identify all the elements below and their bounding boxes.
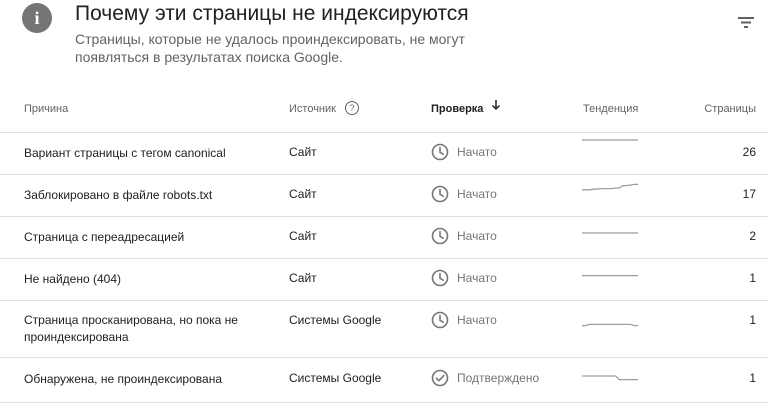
filter-icon [738,17,754,28]
table-header: Причина Источник? Проверка Тенденция Стр… [0,88,768,133]
source-cell: Системы Google [289,313,382,327]
pages-count: 1 [749,271,756,285]
reason-cell: Не найдено (404) [24,272,122,286]
source-cell: Сайт [289,271,317,285]
not-indexed-reasons-card: i Почему эти страницы не индексируются С… [0,0,768,403]
reason-cell: Вариант страницы с тегом canonical [24,146,226,160]
reason-cell: Обнаружена, не проиндексирована [24,372,222,386]
trend-sparkline [582,265,638,279]
column-header-trend: Тенденция [583,103,639,115]
table-row[interactable]: Вариант страницы с тегом canonical Сайт … [0,133,768,175]
table-row[interactable]: Не найдено (404) Сайт Начато 1 [0,259,768,301]
clock-icon [431,269,457,287]
trend-line [582,183,638,191]
trend-sparkline [582,223,638,237]
table-row[interactable]: Страница просканирована, но пока не прои… [0,301,768,358]
status-label: Начато [457,187,497,201]
clock-icon [431,227,457,245]
reason-cell: Страница с переадресацией [24,230,185,244]
pages-count: 1 [749,371,756,385]
table-row[interactable]: Обнаружена, не проиндексирована Системы … [0,358,768,403]
arrow-down-icon [491,87,501,129]
column-header-source[interactable]: Источник? [289,88,359,132]
clock-icon [431,143,457,161]
status-cell: Подтверждено [431,369,539,387]
status-cell: Начато [431,143,497,161]
source-cell: Сайт [289,145,317,159]
trend-sparkline [582,181,638,195]
column-header-check[interactable]: Проверка [431,88,501,132]
reason-cell: Заблокировано в файле robots.txt [24,188,213,202]
pages-count: 2 [749,229,756,243]
column-header-pages[interactable]: Страницы [704,88,756,132]
status-cell: Начато [431,227,497,245]
status-cell: Начато [431,185,497,203]
clock-icon [431,185,457,203]
help-icon[interactable]: ? [344,101,359,116]
clock-icon [431,311,457,329]
trend-line [582,323,638,327]
status-cell: Начато [431,269,497,287]
trend-sparkline [582,315,638,329]
info-icon: i [22,3,52,33]
status-label: Подтверждено [457,371,540,385]
table-row[interactable]: Страница с переадресацией Сайт Начато 2 [0,217,768,259]
source-cell: Сайт [289,229,317,243]
column-header-reason[interactable]: Причина [24,88,68,132]
status-label: Начато [457,271,497,285]
card-subtitle: Страницы, которые не удалось проиндексир… [75,31,465,65]
card-header: i Почему эти страницы не индексируются С… [0,0,768,80]
pages-count: 26 [742,145,756,159]
pages-count: 17 [742,187,756,201]
trend-sparkline [582,369,638,383]
pages-count: 1 [749,313,756,327]
status-label: Начато [457,145,497,159]
check-circle-icon [431,369,457,387]
trend-sparkline [582,139,638,153]
filter-button[interactable] [736,12,756,32]
source-cell: Системы Google [289,371,382,385]
status-label: Начато [457,229,497,243]
status-cell: Начато [431,311,497,329]
card-title: Почему эти страницы не индексируются [75,2,469,25]
source-cell: Сайт [289,187,317,201]
table-row[interactable]: Заблокировано в файле robots.txt Сайт На… [0,175,768,217]
reason-cell: Страница просканирована, но пока не прои… [24,313,238,344]
status-label: Начато [457,313,497,327]
trend-line [582,375,638,381]
